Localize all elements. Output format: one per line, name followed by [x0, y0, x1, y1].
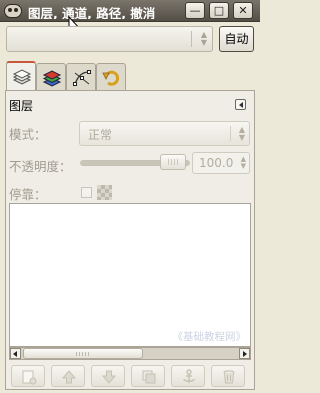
alpha-checker-icon: [97, 185, 112, 200]
scroll-right-icon[interactable]: [239, 348, 250, 359]
tab-undo-history[interactable]: [96, 63, 126, 90]
opacity-spinbutton[interactable]: 100.0 ▲ ▼: [192, 152, 250, 174]
mode-combo-divider: [230, 126, 231, 141]
mode-value: 正常: [88, 128, 113, 142]
mode-combo[interactable]: 正常 ▲ ▼: [79, 121, 250, 146]
undo-history-icon: [102, 70, 120, 86]
window-title: 图层, 通道, 路径, 撤消: [28, 6, 156, 19]
panel-title: 图层: [9, 99, 34, 113]
close-button[interactable]: ✕: [233, 2, 253, 19]
title-bar[interactable]: 图层, 通道, 路径, 撤消 — □ ✕: [0, 0, 260, 22]
tab-channels[interactable]: [36, 63, 66, 90]
mode-label: 模式：: [9, 127, 47, 142]
opacity-slider-thumb[interactable]: [160, 154, 186, 170]
horizontal-scrollbar[interactable]: [9, 347, 251, 360]
gimp-app-icon[interactable]: [4, 4, 22, 18]
tab-layers[interactable]: [6, 61, 36, 91]
close-icon: ✕: [238, 4, 248, 17]
lower-layer-icon: [101, 370, 117, 384]
duplicate-layer-button[interactable]: [131, 365, 165, 387]
lower-layer-button[interactable]: [91, 365, 125, 387]
lock-label: 停靠：: [9, 187, 47, 202]
paths-icon: [73, 70, 91, 86]
minimize-button[interactable]: —: [185, 2, 205, 19]
opacity-spin-arrows-icon: ▲ ▼: [240, 155, 246, 170]
maximize-button[interactable]: □: [209, 2, 229, 19]
layers-icon: [12, 69, 32, 85]
channels-icon: [42, 70, 62, 87]
layer-list[interactable]: 《基础教程网》: [9, 203, 251, 347]
combo-arrows-icon: ▲ ▼: [200, 30, 207, 47]
maximize-icon: □: [213, 4, 225, 17]
scroll-left-icon[interactable]: [10, 348, 21, 359]
opacity-label: 不透明度：: [9, 159, 72, 174]
combo-divider: [191, 31, 192, 47]
delete-layer-button[interactable]: [211, 365, 245, 387]
minimize-icon: —: [189, 4, 201, 17]
layers-panel: 图层 模式： 正常 ▲ ▼ 不透明度： 100.0 ▲ ▼ 停靠： 《基础教程网》: [5, 90, 255, 390]
tab-paths[interactable]: [66, 63, 96, 90]
opacity-value: 100.0: [199, 156, 234, 170]
scrollbar-thumb[interactable]: [23, 348, 143, 359]
new-layer-icon: [22, 370, 37, 385]
auto-button[interactable]: 自动: [219, 26, 254, 52]
new-layer-button[interactable]: [11, 365, 45, 387]
mode-combo-arrows-icon: ▲ ▼: [238, 125, 245, 142]
watermark-text: 《基础教程网》: [172, 331, 247, 343]
panel-menu-button[interactable]: [235, 99, 246, 110]
duplicate-layer-icon: [142, 370, 156, 384]
anchor-layer-button[interactable]: [171, 365, 205, 387]
delete-layer-icon: [223, 370, 235, 384]
raise-layer-icon: [61, 370, 77, 384]
anchor-layer-icon: [183, 369, 195, 383]
lock-alpha-checkbox[interactable]: [81, 187, 92, 198]
image-selector-combo[interactable]: ▲ ▼: [6, 26, 213, 52]
raise-layer-button[interactable]: [51, 365, 85, 387]
